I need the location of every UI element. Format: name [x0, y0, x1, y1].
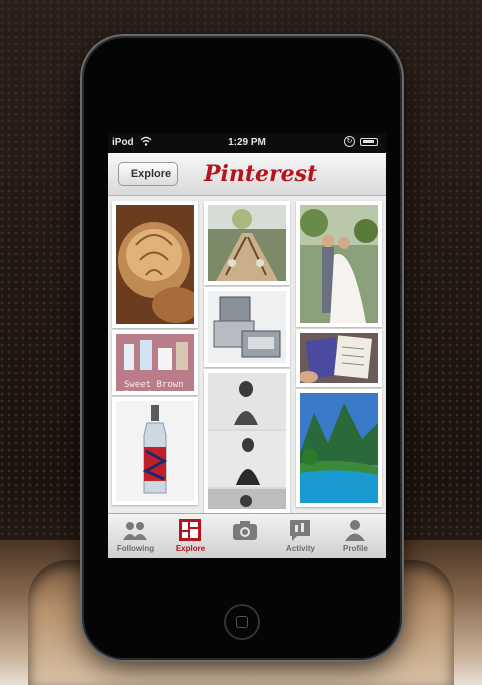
- pin-baby-bag[interactable]: [204, 287, 290, 367]
- tab-following[interactable]: Following: [108, 514, 163, 558]
- tab-camera[interactable]: [218, 514, 273, 558]
- tab-label: Following: [116, 544, 155, 553]
- pin-bread[interactable]: [112, 201, 198, 328]
- status-bar: iPod 1:29 PM ↻: [108, 133, 386, 153]
- pin-image: [208, 205, 286, 281]
- tab-explore[interactable]: Explore: [163, 514, 218, 558]
- tab-activity[interactable]: Activity: [273, 514, 328, 558]
- camera-icon: [232, 518, 258, 542]
- pin-ingredients[interactable]: Sweet Brown Bread: [112, 330, 198, 395]
- pin-image: [300, 205, 378, 323]
- rotation-lock-icon: ↻: [344, 136, 355, 147]
- pin-image: [300, 333, 378, 383]
- pin-image: [300, 393, 378, 503]
- activity-icon: [287, 518, 313, 542]
- pin-tropical-pool[interactable]: [296, 389, 382, 507]
- pin-pregnancy[interactable]: [204, 369, 290, 513]
- pin-notebook[interactable]: [296, 329, 382, 387]
- pin-bottle[interactable]: [112, 397, 198, 505]
- people-icon: [122, 518, 148, 542]
- tab-label: Explore: [175, 544, 206, 553]
- person-icon: [342, 518, 368, 542]
- app-screen: iPod 1:29 PM ↻ Explore Pinterest Sweet B…: [108, 133, 386, 558]
- home-button-icon: [236, 616, 248, 628]
- tab-label: Profile: [343, 544, 368, 553]
- pin-caption: Sweet Brown Bread: [124, 380, 184, 391]
- pinterest-logo: Pinterest: [204, 161, 318, 187]
- pin-banquet[interactable]: [204, 201, 290, 285]
- home-button[interactable]: [224, 604, 260, 640]
- explore-grid-icon: [177, 518, 203, 542]
- pin-grid[interactable]: Sweet Brown Bread: [108, 195, 386, 513]
- tab-profile[interactable]: Profile: [328, 514, 383, 558]
- pin-wedding[interactable]: [296, 201, 382, 327]
- battery-icon: [360, 138, 378, 146]
- pin-image: [116, 205, 194, 324]
- pin-image: [208, 291, 286, 363]
- pin-image: [116, 401, 194, 501]
- pin-image: [208, 373, 286, 509]
- tab-label: Activity: [286, 544, 315, 553]
- back-button[interactable]: Explore: [118, 162, 178, 186]
- pin-image: Sweet Brown Bread: [116, 334, 194, 391]
- tab-bar: Following Explore Activity Profile: [108, 513, 386, 558]
- navigation-bar: Explore Pinterest: [108, 153, 386, 196]
